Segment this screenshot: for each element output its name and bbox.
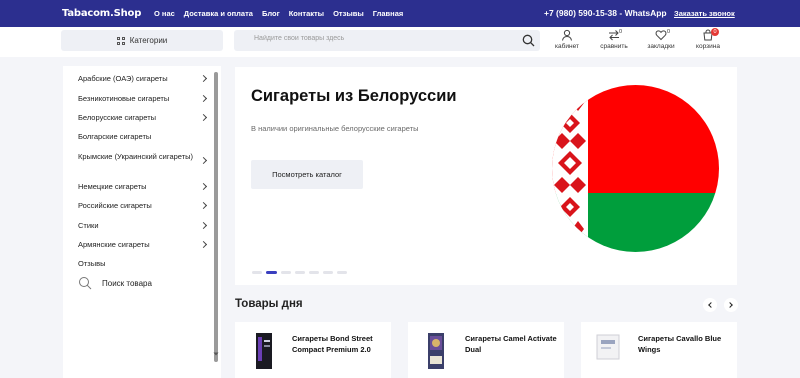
belarus-flag-image: [552, 85, 719, 252]
slider-dot[interactable]: [281, 271, 291, 274]
nav-link-contacts[interactable]: Контакты: [289, 9, 324, 18]
cart-button[interactable]: корзина: [688, 29, 728, 50]
sidebar-item-armenia[interactable]: Армянские сигареты: [78, 239, 203, 250]
account-label: кабинет: [555, 43, 579, 50]
search-icon[interactable]: [522, 34, 535, 47]
product-name[interactable]: Сигареты Bond Street Compact Premium 2.0: [292, 333, 384, 355]
sidebar-item-reviews[interactable]: Отзывы: [78, 258, 203, 269]
account-button[interactable]: кабинет: [547, 29, 587, 50]
product-image: [256, 333, 272, 369]
slider-dot[interactable]: [323, 271, 333, 274]
categories-label: Категории: [129, 36, 168, 45]
nav-link-blog[interactable]: Блог: [262, 9, 280, 18]
product-image: [428, 333, 444, 369]
view-catalog-button[interactable]: Посмотреть каталог: [251, 160, 363, 189]
search-box: [234, 30, 540, 51]
cart-label: корзина: [696, 43, 720, 50]
sidebar-item-russia[interactable]: Российские сигареты: [78, 200, 203, 211]
product-name[interactable]: Сигареты Camel Activate Dual: [465, 333, 557, 355]
slider-dot[interactable]: [295, 271, 305, 274]
search-input[interactable]: [254, 35, 504, 42]
callback-link[interactable]: Заказать звонок: [674, 9, 735, 18]
hero-banner: Сигареты из Белоруссии В наличии оригина…: [235, 67, 737, 285]
chevron-right-icon: [726, 301, 733, 308]
products-of-day-title: Товары дня: [235, 298, 303, 310]
scroll-down-icon[interactable]: [213, 351, 219, 357]
nav-link-home[interactable]: Главная: [373, 9, 404, 18]
phone-number[interactable]: +7 (980) 590-15-38 - WhatsApp: [544, 8, 667, 18]
search-icon: [79, 277, 92, 290]
sidebar-item-germany[interactable]: Немецкие сигареты: [78, 181, 203, 192]
bookmarks-label: закладки: [647, 43, 675, 50]
top-header: Tabacom.Shop О нас Доставка и оплата Бло…: [0, 0, 800, 27]
sidebar-item-belarus[interactable]: Белорусские сигареты: [78, 112, 203, 123]
compare-button[interactable]: сравнить 0: [594, 29, 634, 50]
compare-label: сравнить: [600, 43, 628, 50]
sidebar-item-bulgaria[interactable]: Болгарские сигареты: [78, 131, 203, 142]
product-card[interactable]: Сигареты Cavallo Blue Wings: [581, 322, 737, 378]
category-sidebar: Арабские (ОАЭ) сигареты Безникотиновые с…: [63, 66, 221, 378]
prev-products-button[interactable]: [703, 298, 717, 312]
sidebar-item-arab[interactable]: Арабские (ОАЭ) сигареты: [78, 73, 203, 84]
nav-link-about[interactable]: О нас: [154, 9, 175, 18]
slider-dot[interactable]: [252, 271, 262, 274]
categories-button[interactable]: Категории: [61, 30, 223, 51]
product-image: [596, 334, 620, 360]
sidebar-scrollbar-thumb[interactable]: [214, 72, 218, 362]
cart-count-badge: 0: [711, 28, 719, 36]
slider-dot-active[interactable]: [266, 271, 277, 274]
grid-icon: [116, 36, 125, 45]
nav-link-delivery[interactable]: Доставка и оплата: [184, 9, 253, 18]
site-logo[interactable]: Tabacom.Shop: [62, 8, 141, 19]
chevron-left-icon: [707, 301, 714, 308]
main-nav: О нас Доставка и оплата Блог Контакты От…: [154, 9, 403, 18]
bookmarks-count: 0: [667, 29, 671, 35]
slider-dot[interactable]: [309, 271, 319, 274]
sidebar-item-sticks[interactable]: Стики: [78, 220, 203, 231]
search-product-label: Поиск товара: [102, 278, 152, 288]
product-card[interactable]: Сигареты Camel Activate Dual: [408, 322, 564, 378]
chevron-right-icon[interactable]: [199, 156, 208, 165]
next-products-button[interactable]: [724, 298, 738, 312]
slider-dots: [252, 271, 347, 274]
hero-subtitle: В наличии оригинальные белорусские сигар…: [251, 124, 419, 133]
bookmarks-button[interactable]: закладки 0: [641, 29, 681, 50]
sidebar-item-crimea[interactable]: Крымские (Украинский сигареты): [78, 151, 203, 162]
heart-icon: [655, 30, 667, 41]
product-name[interactable]: Сигареты Cavallo Blue Wings: [638, 333, 730, 355]
product-card[interactable]: Сигареты Bond Street Compact Premium 2.0: [235, 322, 391, 378]
search-product-link[interactable]: Поиск товара: [78, 276, 152, 290]
sidebar-item-nicotine-free[interactable]: Безникотиновые сигареты: [78, 93, 203, 104]
user-icon: [562, 29, 572, 41]
hero-title: Сигареты из Белоруссии: [251, 87, 457, 105]
nav-link-reviews[interactable]: Отзывы: [333, 9, 364, 18]
slider-dot[interactable]: [337, 271, 347, 274]
compare-count: 0: [619, 29, 623, 35]
